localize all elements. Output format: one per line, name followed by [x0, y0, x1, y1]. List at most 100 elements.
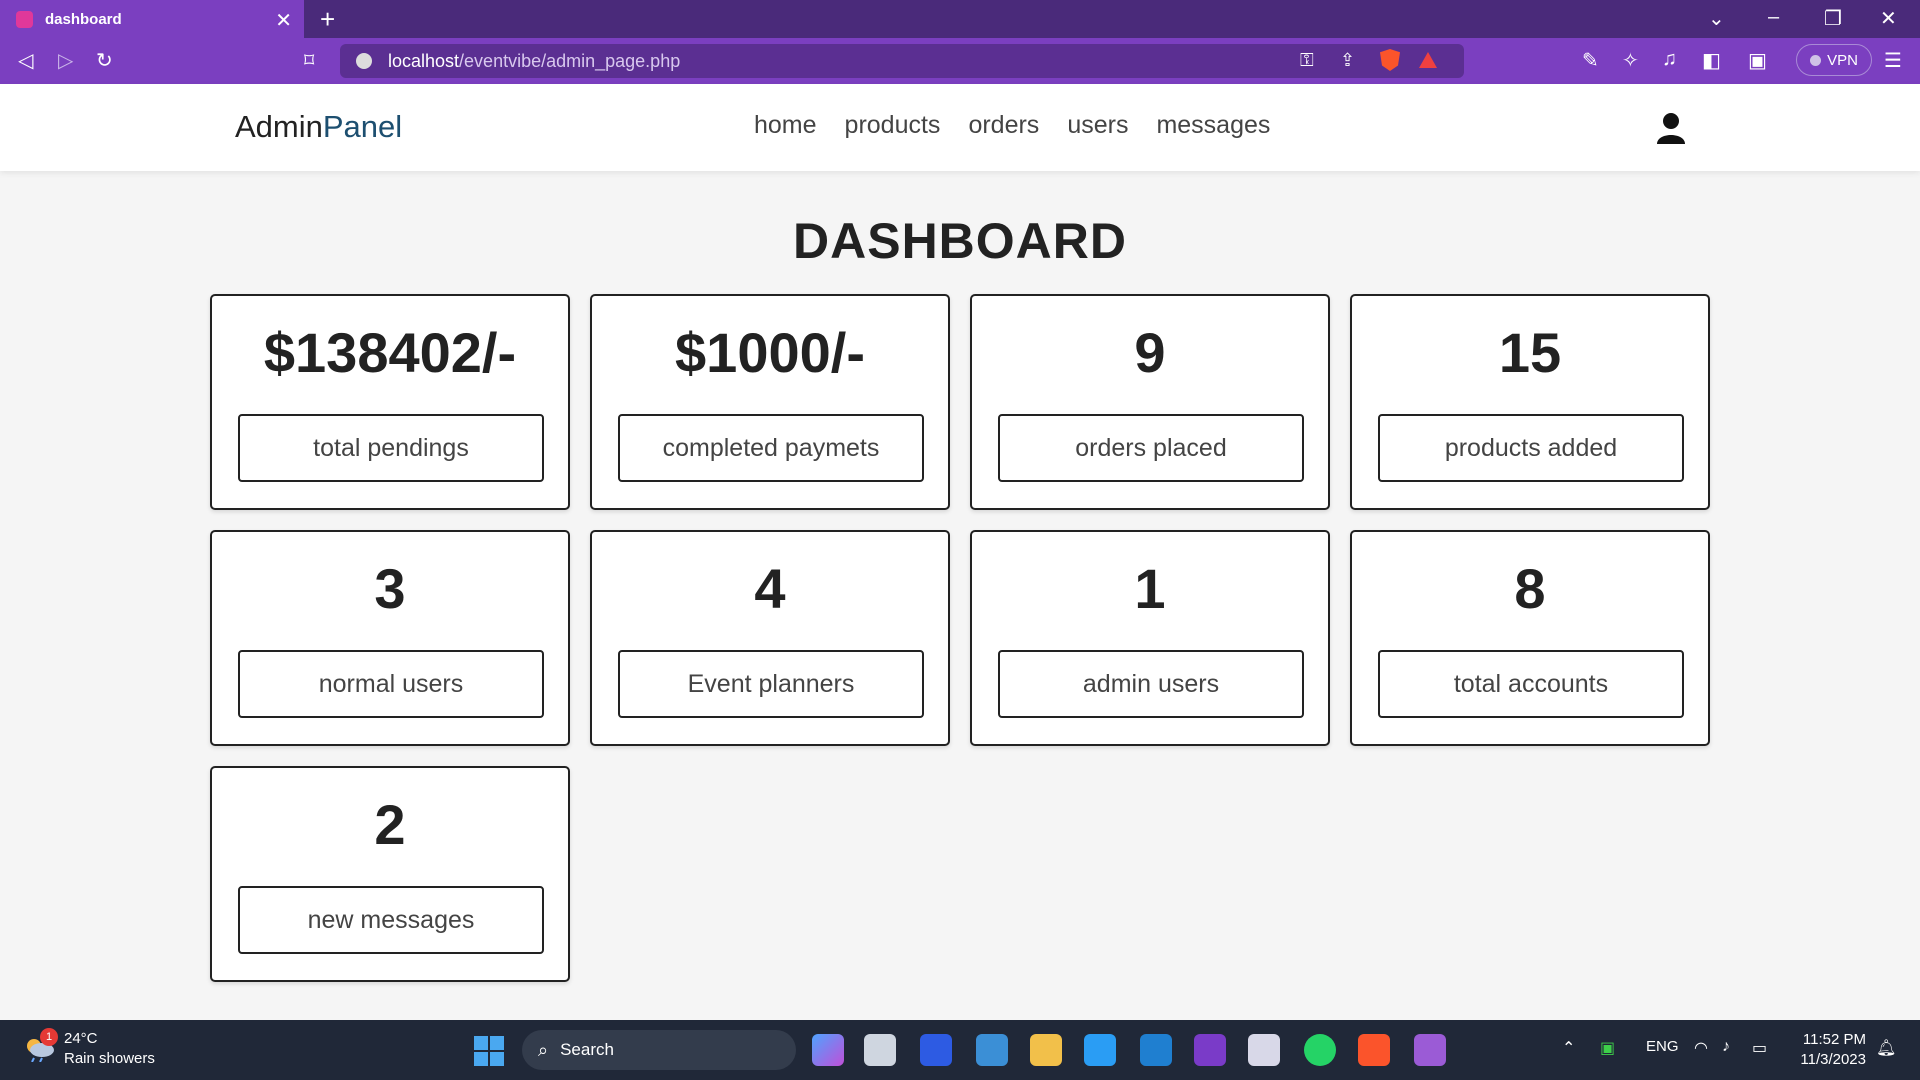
clock-time: 11:52 PM: [1802, 1031, 1866, 1048]
stat-card-orders-placed: 9 orders placed: [970, 294, 1330, 510]
bookmark-icon[interactable]: ⌑: [304, 48, 314, 73]
tab-search-chevron-icon[interactable]: ⌄: [1708, 6, 1725, 31]
system-clock[interactable]: 11:52 PM 11/3/2023: [1800, 1030, 1866, 1070]
windows-start-icon[interactable]: [474, 1036, 504, 1066]
stat-label-button[interactable]: Event planners: [618, 650, 924, 718]
snipping-tool-icon[interactable]: [1248, 1034, 1280, 1066]
weather-temp[interactable]: 24°C: [64, 1030, 98, 1047]
user-icon[interactable]: [1656, 112, 1686, 144]
key-icon[interactable]: ⚿: [1300, 50, 1314, 71]
stat-label-button[interactable]: new messages: [238, 886, 544, 954]
stat-label-button[interactable]: admin users: [998, 650, 1304, 718]
stat-value: 3: [374, 557, 406, 620]
stat-value: $138402/-: [263, 321, 517, 384]
battery-icon[interactable]: ▭: [1752, 1038, 1767, 1058]
tab-title: dashboard: [45, 10, 122, 28]
stat-card-total-pendings: $138402/- total pendings: [210, 294, 570, 510]
dashboard-grid: $138402/- total pendings $1000/- complet…: [210, 294, 1711, 982]
restore-icon[interactable]: ❐: [1824, 6, 1842, 31]
sidebar-icon[interactable]: ◧: [1702, 48, 1721, 73]
reload-icon[interactable]: ↻: [96, 48, 113, 73]
notepad-icon[interactable]: [976, 1034, 1008, 1066]
stat-card-event-planners: 4 Event planners: [590, 530, 950, 746]
stat-card-normal-users: 3 normal users: [210, 530, 570, 746]
wifi-icon[interactable]: ◠: [1694, 1038, 1708, 1058]
notification-bell-icon[interactable]: 🔔︎: [1876, 1038, 1896, 1058]
wallet-icon[interactable]: ▣: [1748, 48, 1767, 73]
site-header: AdminPanel home products orders users me…: [0, 84, 1920, 171]
stat-label-button[interactable]: products added: [1378, 414, 1684, 482]
new-tab-icon[interactable]: +: [320, 4, 335, 35]
stat-label-button[interactable]: completed paymets: [618, 414, 924, 482]
music-icon[interactable]: ♫: [1662, 48, 1677, 71]
search-icon: ⌕: [538, 1039, 549, 1060]
brave-rewards-icon[interactable]: [1419, 52, 1437, 68]
search-label: Search: [560, 1040, 614, 1059]
stat-label-button[interactable]: total accounts: [1378, 650, 1684, 718]
vpn-status-icon: [1810, 54, 1822, 66]
stat-label-button[interactable]: orders placed: [998, 414, 1304, 482]
stat-card-products-added: 15 products added: [1350, 294, 1710, 510]
favicon-icon: [16, 10, 33, 28]
nav-home[interactable]: home: [754, 111, 817, 140]
pen-icon[interactable]: ✎: [1582, 48, 1599, 73]
stat-card-total-accounts: 8 total accounts: [1350, 530, 1710, 746]
main-nav: home products orders users messages: [754, 111, 1270, 140]
app-icon[interactable]: [920, 1034, 952, 1066]
vscode-icon[interactable]: [1140, 1034, 1172, 1066]
clock-date: 11/3/2023: [1800, 1051, 1866, 1068]
vpn-label: VPN: [1827, 51, 1858, 69]
stat-value: 2: [374, 793, 406, 856]
clipchamp-icon[interactable]: [1414, 1034, 1446, 1066]
menu-icon[interactable]: ☰: [1884, 48, 1902, 73]
visual-studio-icon[interactable]: [1194, 1034, 1226, 1066]
close-tab-icon[interactable]: ✕: [275, 8, 292, 33]
extensions-icon[interactable]: ✧: [1622, 48, 1639, 73]
stat-value: 15: [1498, 321, 1562, 384]
file-explorer-icon[interactable]: [1030, 1034, 1062, 1066]
share-icon[interactable]: ⇪: [1340, 50, 1355, 71]
nav-products[interactable]: products: [845, 111, 941, 140]
minimize-icon[interactable]: –: [1768, 6, 1779, 29]
close-window-icon[interactable]: ✕: [1880, 6, 1897, 31]
app-icon[interactable]: [1084, 1034, 1116, 1066]
stat-value: 4: [754, 557, 786, 620]
stat-value: 8: [1514, 557, 1546, 620]
url-path: /eventvibe/admin_page.php: [459, 50, 681, 71]
stat-value: 9: [1134, 321, 1166, 384]
weather-desc[interactable]: Rain showers: [64, 1050, 155, 1067]
nav-users[interactable]: users: [1067, 111, 1128, 140]
stat-card-new-messages: 2 new messages: [210, 766, 570, 982]
tray-chevron-icon[interactable]: ⌃: [1562, 1038, 1575, 1058]
stat-label-button[interactable]: normal users: [238, 650, 544, 718]
tray-app-icon[interactable]: ▣: [1600, 1038, 1615, 1058]
stat-value: $1000/-: [675, 321, 865, 384]
windows-taskbar: 1 24°C Rain showers ⌕ Search ⌃ ▣ ENG ◠ ♪…: [0, 1020, 1920, 1080]
stat-value: 1: [1134, 557, 1166, 620]
brave-browser-icon[interactable]: [1358, 1034, 1390, 1066]
address-bar[interactable]: localhost/eventvibe/admin_page.php ⚿ ⇪: [340, 44, 1464, 78]
copilot-icon[interactable]: [812, 1034, 844, 1066]
volume-icon[interactable]: ♪: [1722, 1038, 1730, 1056]
nav-orders[interactable]: orders: [968, 111, 1039, 140]
site-info-icon[interactable]: [356, 53, 372, 69]
stat-card-admin-users: 1 admin users: [970, 530, 1330, 746]
task-view-icon[interactable]: [864, 1034, 896, 1066]
browser-toolbar: ◁ ▷ ↻ ⌑ localhost/eventvibe/admin_page.p…: [0, 38, 1920, 84]
taskbar-search[interactable]: ⌕ Search: [522, 1030, 796, 1070]
forward-icon[interactable]: ▷: [58, 48, 73, 73]
vpn-button[interactable]: VPN: [1796, 44, 1872, 76]
browser-tab-bar: dashboard ✕ + ⌄ – ❐ ✕: [0, 0, 1920, 38]
nav-messages[interactable]: messages: [1156, 111, 1270, 140]
logo[interactable]: AdminPanel: [235, 109, 402, 145]
stat-card-completed-payments: $1000/- completed paymets: [590, 294, 950, 510]
stat-label-button[interactable]: total pendings: [238, 414, 544, 482]
whatsapp-icon[interactable]: [1304, 1034, 1336, 1066]
browser-tab[interactable]: dashboard ✕: [0, 0, 304, 38]
logo-part1: Admin: [235, 109, 323, 144]
logo-part2: Panel: [322, 109, 403, 144]
language-indicator[interactable]: ENG: [1646, 1038, 1679, 1055]
page-title: DASHBOARD: [793, 213, 1127, 269]
back-icon[interactable]: ◁: [18, 48, 33, 73]
brave-shield-icon[interactable]: [1380, 49, 1400, 71]
